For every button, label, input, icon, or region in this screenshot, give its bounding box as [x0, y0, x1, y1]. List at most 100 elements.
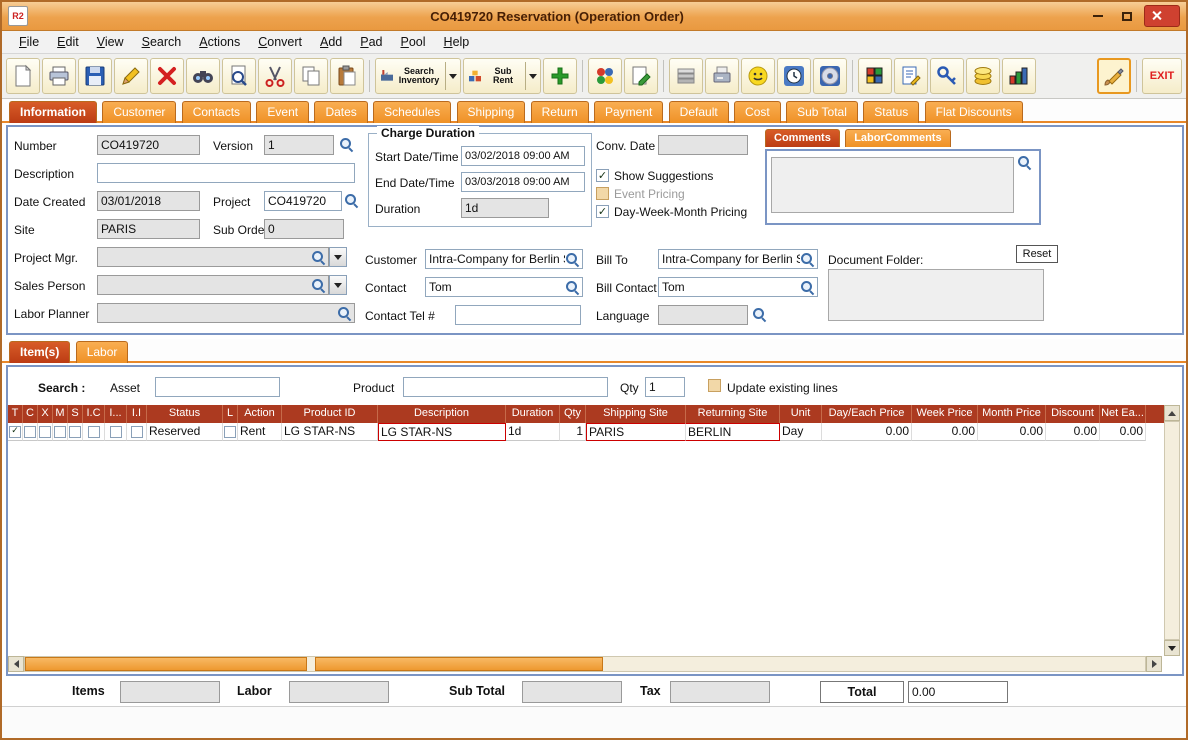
tab-flat-discounts[interactable]: Flat Discounts: [924, 101, 1023, 123]
row-checkbox-m[interactable]: [53, 423, 68, 441]
maximize-button[interactable]: [1115, 7, 1139, 25]
row-duration-cell[interactable]: 1d: [506, 423, 560, 441]
schedule-button[interactable]: [777, 58, 811, 94]
row-net-each-cell[interactable]: 0.00: [1100, 423, 1146, 441]
tab-comments[interactable]: Comments: [765, 129, 840, 147]
edit-button[interactable]: [114, 58, 148, 94]
version-search-icon[interactable]: [339, 137, 353, 151]
add-line-button[interactable]: [543, 58, 577, 94]
show-suggestions-checkbox[interactable]: [596, 169, 609, 182]
print-button[interactable]: [42, 58, 76, 94]
menu-file[interactable]: File: [10, 33, 48, 51]
report-button[interactable]: [1002, 58, 1036, 94]
row-checkbox-i2[interactable]: [105, 423, 127, 441]
menu-edit[interactable]: Edit: [48, 33, 88, 51]
menu-view[interactable]: View: [88, 33, 133, 51]
menu-convert[interactable]: Convert: [249, 33, 311, 51]
menu-pad[interactable]: Pad: [351, 33, 391, 51]
tab-default[interactable]: Default: [668, 101, 729, 123]
sales-person-search-icon[interactable]: [311, 278, 325, 292]
project-mgr-search-icon[interactable]: [311, 250, 325, 264]
row-checkbox-t[interactable]: [8, 423, 23, 441]
tab-items[interactable]: Item(s): [9, 341, 71, 363]
document-folder-box[interactable]: [828, 269, 1044, 321]
customer-search-icon[interactable]: [565, 252, 579, 266]
update-existing-lines-checkbox[interactable]: [708, 379, 721, 392]
edit-document-button[interactable]: [894, 58, 928, 94]
highlight-tool-button[interactable]: [1097, 58, 1131, 94]
index-cards-button[interactable]: [669, 58, 703, 94]
tab-shipping[interactable]: Shipping: [456, 101, 526, 123]
fax-button[interactable]: [705, 58, 739, 94]
conv-date-field[interactable]: [658, 135, 748, 155]
pool-button[interactable]: [588, 58, 622, 94]
row-week-price-cell[interactable]: 0.00: [912, 423, 978, 441]
row-discount-cell[interactable]: 0.00: [1046, 423, 1100, 441]
row-checkbox-ic[interactable]: [83, 423, 105, 441]
tab-cost[interactable]: Cost: [734, 101, 781, 123]
tab-information[interactable]: Information: [9, 101, 97, 123]
h-scroll-thumb-left[interactable]: [25, 657, 307, 671]
row-unit-cell[interactable]: Day: [780, 423, 822, 441]
items-v-scrollbar[interactable]: [1164, 405, 1180, 656]
tab-contacts[interactable]: Contacts: [181, 101, 252, 123]
description-field[interactable]: [97, 163, 355, 183]
cube-button[interactable]: [858, 58, 892, 94]
find-in-document-button[interactable]: [222, 58, 256, 94]
save-button[interactable]: [78, 58, 112, 94]
sub-orders-field[interactable]: 0: [264, 219, 344, 239]
menu-search[interactable]: Search: [133, 33, 191, 51]
day-week-month-checkbox[interactable]: [596, 205, 609, 218]
tab-sub-total[interactable]: Sub Total: [786, 101, 858, 123]
contact-button[interactable]: [741, 58, 775, 94]
start-date-field[interactable]: 03/02/2018 09:00 AM: [461, 146, 585, 166]
paste-button[interactable]: [330, 58, 364, 94]
row-shipping-site-cell[interactable]: PARIS: [586, 423, 686, 441]
security-button[interactable]: [930, 58, 964, 94]
delete-button[interactable]: [150, 58, 184, 94]
bill-contact-search-icon[interactable]: [800, 280, 814, 294]
menu-pool[interactable]: Pool: [392, 33, 435, 51]
contact-field[interactable]: Tom: [425, 277, 583, 297]
bill-contact-field[interactable]: Tom: [658, 277, 818, 297]
tab-status[interactable]: Status: [863, 101, 920, 123]
project-mgr-field[interactable]: [97, 247, 329, 267]
row-description-cell[interactable]: LG STAR-NS: [378, 423, 506, 441]
exit-button[interactable]: EXIT: [1142, 58, 1182, 94]
sub-rent-button[interactable]: Sub Rent: [463, 58, 541, 94]
sub-rent-dropdown[interactable]: [525, 62, 537, 90]
v-scroll-down-arrow[interactable]: [1164, 640, 1180, 656]
row-status-cell[interactable]: Reserved: [147, 423, 223, 441]
row-checkbox-c[interactable]: [23, 423, 38, 441]
menu-help[interactable]: Help: [435, 33, 479, 51]
tab-payment[interactable]: Payment: [593, 101, 664, 123]
row-returning-site-cell[interactable]: BERLIN: [686, 423, 780, 441]
qty-input[interactable]: 1: [645, 377, 685, 397]
project-field[interactable]: CO419720: [264, 191, 342, 211]
payment-button[interactable]: [966, 58, 1000, 94]
v-scroll-up-arrow[interactable]: [1164, 405, 1180, 421]
menu-add[interactable]: Add: [311, 33, 351, 51]
bill-to-search-icon[interactable]: [800, 252, 814, 266]
contact-search-icon[interactable]: [565, 280, 579, 294]
end-date-field[interactable]: 03/03/2018 09:00 AM: [461, 172, 585, 192]
row-action-cell[interactable]: Rent: [238, 423, 282, 441]
menu-actions[interactable]: Actions: [190, 33, 249, 51]
comments-search-icon[interactable]: [1017, 155, 1031, 169]
tab-labor-comments[interactable]: LaborComments: [845, 129, 951, 147]
v-scroll-track[interactable]: [1164, 421, 1180, 640]
tab-return[interactable]: Return: [530, 101, 589, 123]
tab-schedules[interactable]: Schedules: [373, 101, 452, 123]
new-document-button[interactable]: [6, 58, 40, 94]
language-search-icon[interactable]: [752, 307, 766, 321]
copy-button[interactable]: [294, 58, 328, 94]
tab-labor[interactable]: Labor: [75, 341, 129, 363]
site-field[interactable]: PARIS: [97, 219, 200, 239]
event-pricing-checkbox[interactable]: [596, 187, 609, 200]
search-inventory-button[interactable]: Search Inventory: [375, 58, 461, 94]
search-button[interactable]: [186, 58, 220, 94]
bill-to-field[interactable]: Intra-Company for Berlin Site: [658, 249, 818, 269]
row-checkbox-s[interactable]: [68, 423, 83, 441]
row-product-id-cell[interactable]: LG STAR-NS: [282, 423, 378, 441]
row-checkbox-ii[interactable]: [127, 423, 147, 441]
